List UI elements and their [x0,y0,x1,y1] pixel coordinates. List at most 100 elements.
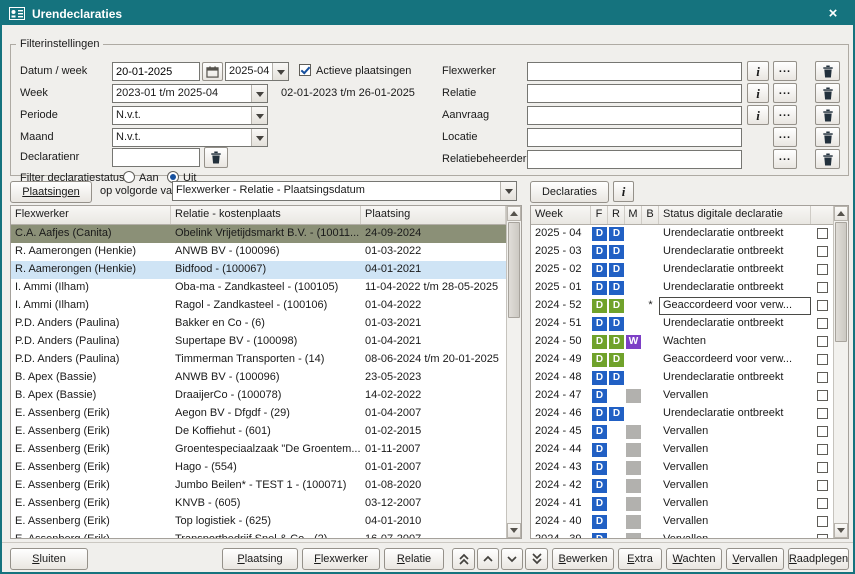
row-checkbox[interactable] [817,336,828,347]
plaatsingen-button[interactable]: Plaatsingen [10,181,92,203]
declaratie-row[interactable]: 2024 - 39 D Vervallen [531,531,833,538]
browse-button[interactable]: ... [773,105,797,125]
lookup-input[interactable] [527,150,742,169]
lookup-input[interactable] [527,128,742,147]
clear-button[interactable] [815,127,840,147]
scroll-last-button[interactable] [525,548,548,570]
week-number-select[interactable]: 2025-04 [225,62,289,81]
col-header-b[interactable]: B [642,206,659,224]
flexwerker-button[interactable]: Flexwerker [302,548,380,570]
scroll-down-button[interactable] [834,523,848,538]
extra-button[interactable]: Extra [618,548,662,570]
scrollbar-track[interactable] [834,221,848,523]
declaratie-row[interactable]: 2024 - 44 D Vervallen [531,441,833,459]
col-header-relatie-kostenplaats[interactable]: Relatie - kostenplaats [171,206,361,224]
plaatsingen-scrollbar[interactable] [506,206,521,538]
col-header-r[interactable]: R [608,206,625,224]
plaatsing-row[interactable]: E. Assenberg (Erik) Jumbo Beilen* - TEST… [11,477,506,495]
scroll-down-button[interactable] [507,523,521,538]
scroll-prev-button[interactable] [477,548,499,570]
plaatsing-row[interactable]: I. Ammi (Ilham) Oba-ma - Zandkasteel - (… [11,279,506,297]
periode-select[interactable]: N.v.t. [112,106,268,125]
col-header-week[interactable]: Week [531,206,591,224]
row-checkbox[interactable] [817,228,828,239]
scrollbar-track[interactable] [507,221,521,523]
plaatsing-row[interactable]: E. Assenberg (Erik) KNVB - (605) 03-12-2… [11,495,506,513]
declaratie-row[interactable]: 2024 - 40 D Vervallen [531,513,833,531]
plaatsing-row[interactable]: E. Assenberg (Erik) Groentespeciaalzaak … [11,441,506,459]
close-button[interactable]: × [820,2,846,25]
info-button[interactable]: i [747,105,769,125]
declaratie-row[interactable]: 2024 - 50 D D W Wachten [531,333,833,351]
wachten-button[interactable]: Wachten [666,548,722,570]
plaatsing-row[interactable]: C.A. Aafjes (Canita) Obelink Vrijetijdsm… [11,225,506,243]
scrollbar-thumb[interactable] [835,222,847,342]
row-checkbox[interactable] [817,408,828,419]
declaratienr-clear-button[interactable] [204,147,228,168]
declaratie-row[interactable]: 2025 - 04 D D Urendeclaratie ontbreekt [531,225,833,243]
declaratie-row[interactable]: 2024 - 42 D Vervallen [531,477,833,495]
declaratienr-input[interactable] [112,148,200,167]
week-range-select[interactable]: 2023-01 t/m 2025-04 [112,84,268,103]
declaratie-row[interactable]: 2025 - 03 D D Urendeclaratie ontbreekt [531,243,833,261]
row-checkbox[interactable] [817,534,828,538]
declaratie-row[interactable]: 2024 - 46 D D Urendeclaratie ontbreekt [531,405,833,423]
declaratie-row[interactable]: 2025 - 01 D D Urendeclaratie ontbreekt [531,279,833,297]
declaraties-scrollbar[interactable] [833,206,848,538]
row-checkbox[interactable] [817,462,828,473]
datum-input[interactable] [112,62,200,81]
maand-select[interactable]: N.v.t. [112,128,268,147]
plaatsing-row[interactable]: E. Assenberg (Erik) Hago - (554) 01-01-2… [11,459,506,477]
actieve-plaatsingen-checkbox[interactable] [299,64,311,76]
plaatsing-row[interactable]: R. Aamerongen (Henkie) ANWB BV - (100096… [11,243,506,261]
radio-aan[interactable] [123,171,135,183]
scroll-up-button[interactable] [507,206,521,221]
plaatsing-row[interactable]: P.D. Anders (Paulina) Bakker en Co - (6)… [11,315,506,333]
scrollbar-thumb[interactable] [508,222,520,318]
row-checkbox[interactable] [817,390,828,401]
vervallen-button[interactable]: Vervallen [726,548,784,570]
declaratie-row[interactable]: 2024 - 51 D D Urendeclaratie ontbreekt [531,315,833,333]
browse-button[interactable]: ... [773,83,797,103]
titlebar[interactable]: Urendeclaraties × [2,2,853,25]
row-checkbox[interactable] [817,318,828,329]
declaratie-row[interactable]: 2024 - 48 D D Urendeclaratie ontbreekt [531,369,833,387]
scroll-first-button[interactable] [452,548,475,570]
col-header-status[interactable]: Status digitale declaratie [659,206,811,224]
browse-button[interactable]: ... [773,61,797,81]
row-checkbox[interactable] [817,300,828,311]
plaatsing-row[interactable]: B. Apex (Bassie) ANWB BV - (100096) 23-0… [11,369,506,387]
clear-button[interactable] [815,105,840,125]
plaatsing-row[interactable]: I. Ammi (Ilham) Ragol - Zandkasteel - (1… [11,297,506,315]
plaatsing-row[interactable]: E. Assenberg (Erik) Transportbedrijf Sne… [11,531,506,538]
sort-order-select[interactable]: Flexwerker - Relatie - Plaatsingsdatum [172,181,517,201]
clear-button[interactable] [815,61,840,81]
row-checkbox[interactable] [817,372,828,383]
info-button[interactable]: i [747,83,769,103]
col-header-f[interactable]: F [591,206,608,224]
clear-button[interactable] [815,149,840,169]
raadplegen-button[interactable]: Raadplegen [788,548,849,570]
col-header-flexwerker[interactable]: Flexwerker [11,206,171,224]
declaratie-row[interactable]: 2024 - 49 D D Geaccordeerd voor verw... [531,351,833,369]
sluiten-button[interactable]: Sluiten [10,548,88,570]
plaatsing-row[interactable]: E. Assenberg (Erik) De Koffiehut - (601)… [11,423,506,441]
scroll-next-button[interactable] [501,548,523,570]
declaratie-row[interactable]: 2025 - 02 D D Urendeclaratie ontbreekt [531,261,833,279]
clear-button[interactable] [815,83,840,103]
row-checkbox[interactable] [817,498,828,509]
row-checkbox[interactable] [817,246,828,257]
row-checkbox[interactable] [817,354,828,365]
declaratie-row[interactable]: 2024 - 47 D Vervallen [531,387,833,405]
row-checkbox[interactable] [817,480,828,491]
declaratie-row[interactable]: 2024 - 52 D D * Geaccordeerd voor verw..… [531,297,833,315]
plaatsing-row[interactable]: R. Aamerongen (Henkie) Bidfood - (100067… [11,261,506,279]
info-button[interactable]: i [747,61,769,81]
lookup-input[interactable] [527,62,742,81]
declaratie-row[interactable]: 2024 - 43 D Vervallen [531,459,833,477]
scroll-up-button[interactable] [834,206,848,221]
declaratie-row[interactable]: 2024 - 45 D Vervallen [531,423,833,441]
col-header-plaatsing[interactable]: Plaatsing [361,206,506,224]
row-checkbox[interactable] [817,426,828,437]
declaratie-row[interactable]: 2024 - 41 D Vervallen [531,495,833,513]
